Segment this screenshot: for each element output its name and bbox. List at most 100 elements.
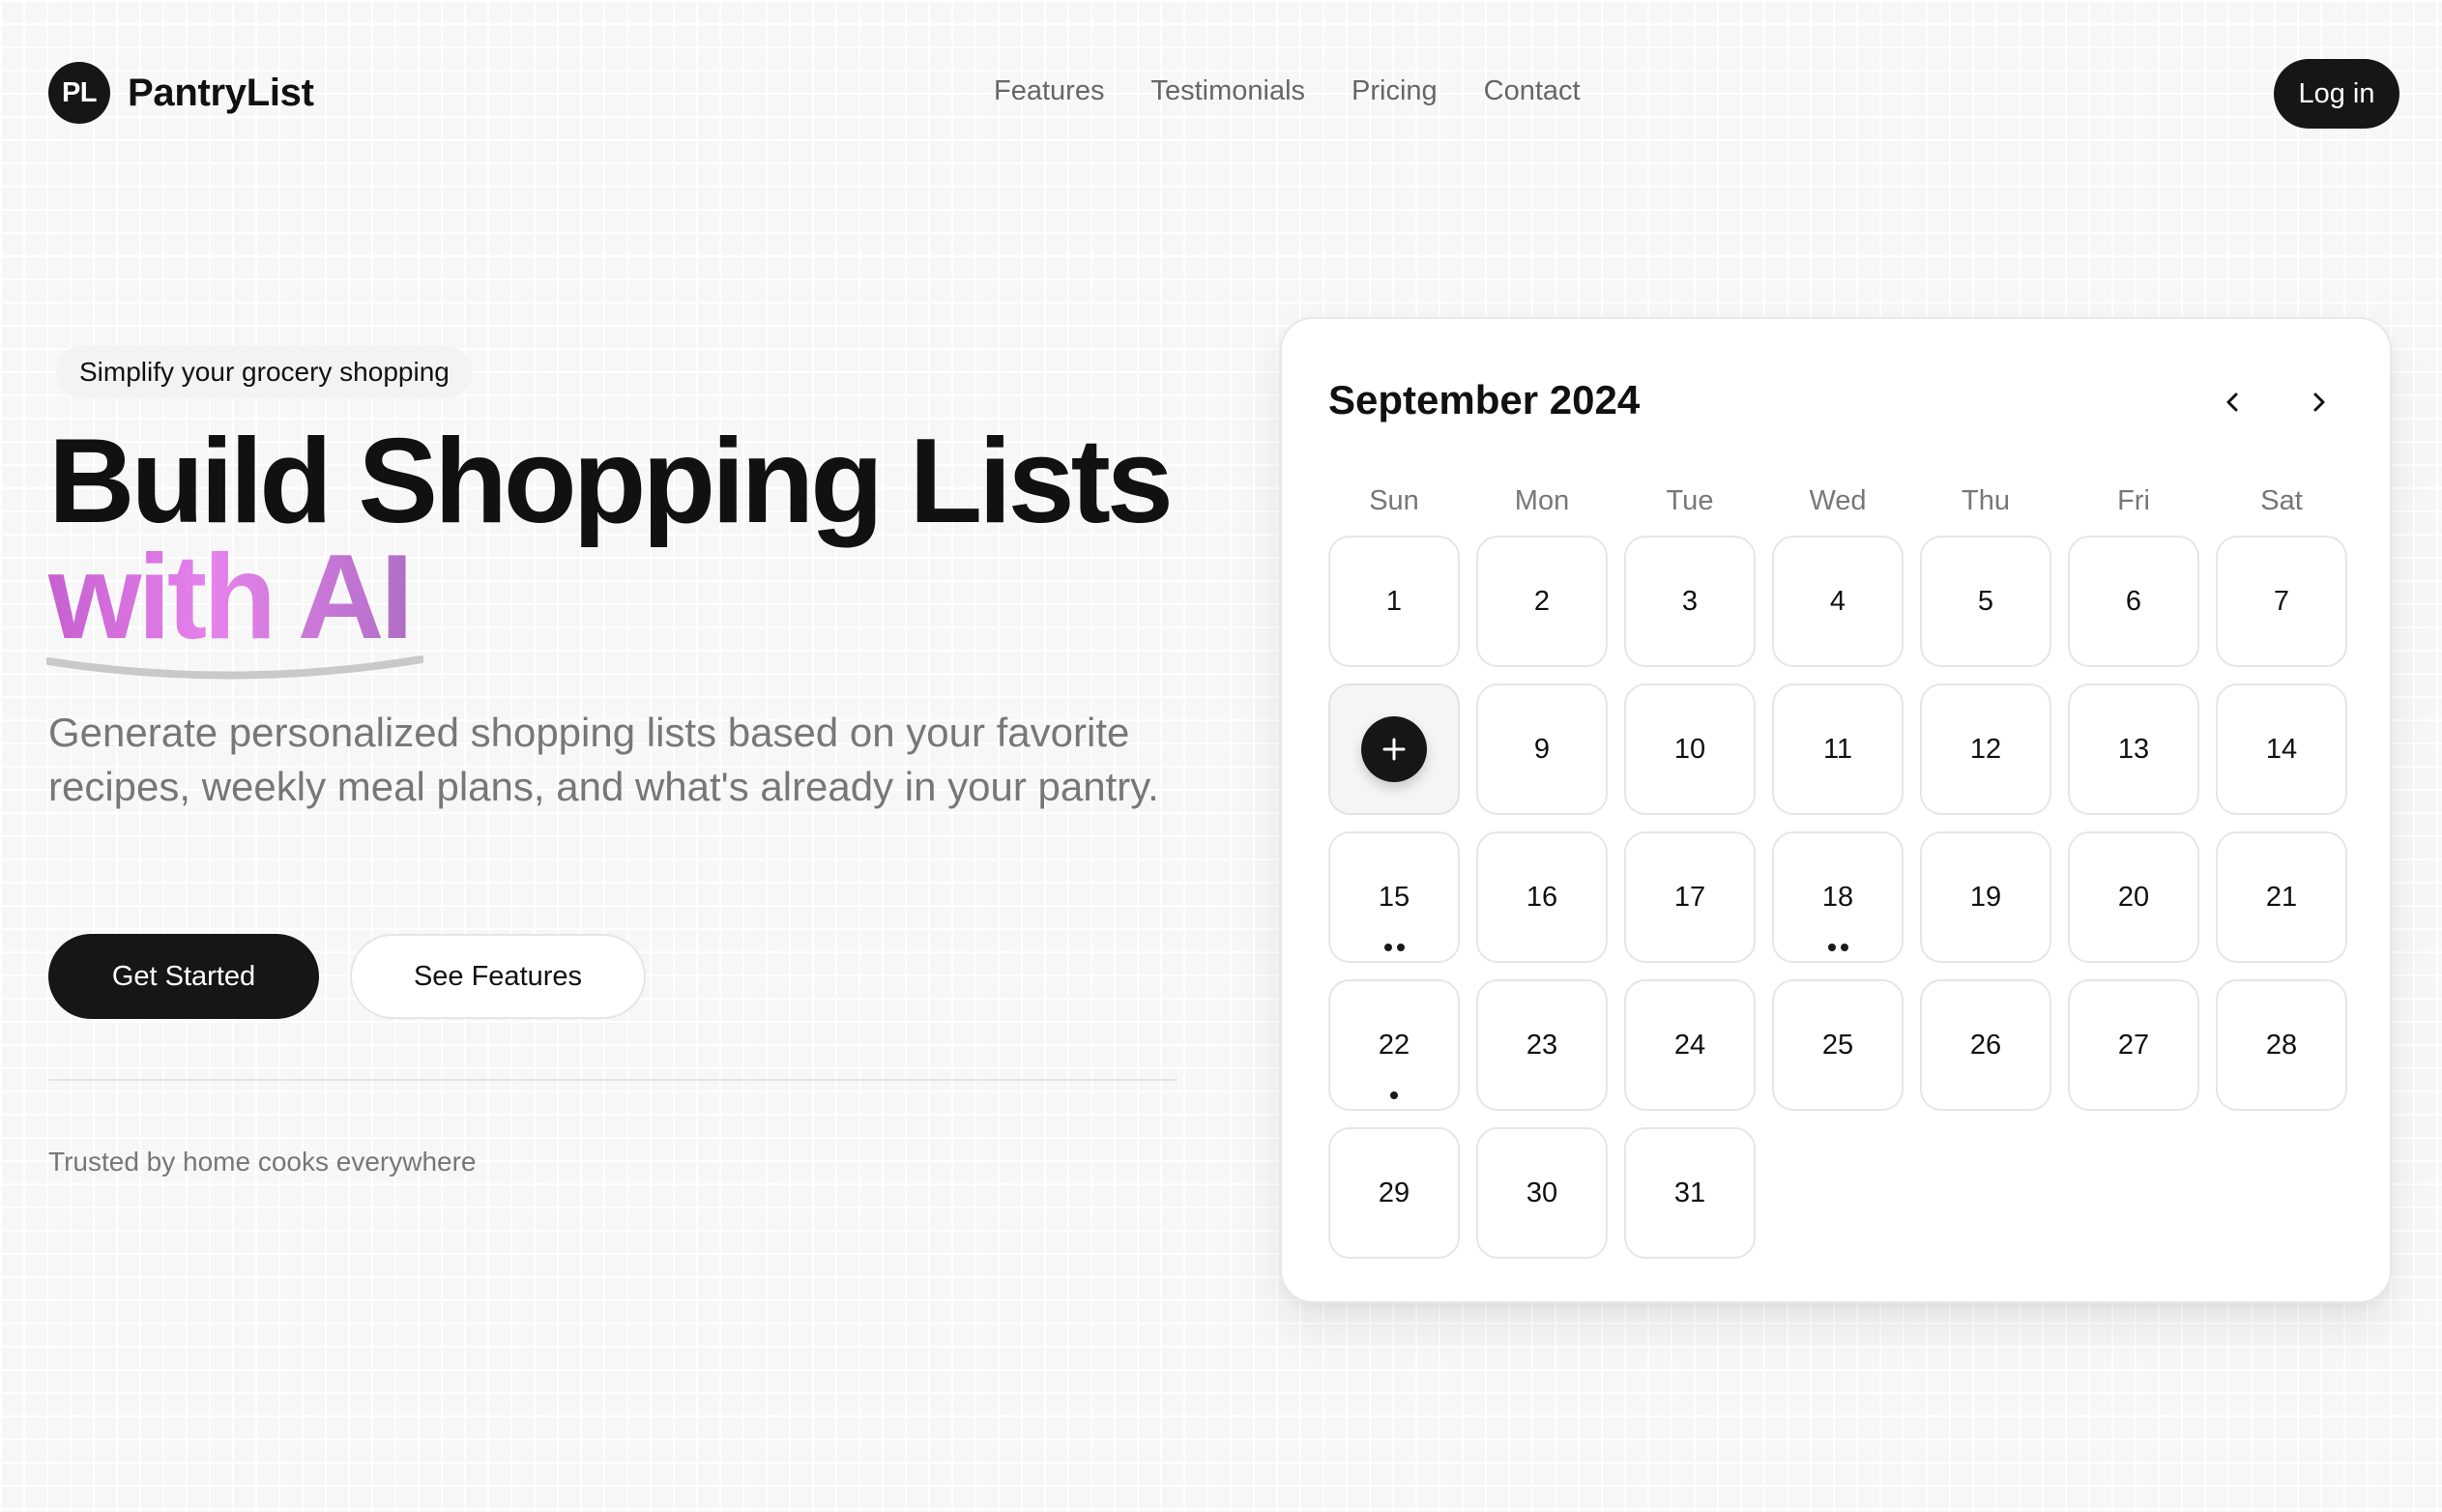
calendar-day-number: 11 [1822, 733, 1853, 765]
calendar-day[interactable]: 9 [1476, 683, 1608, 815]
event-dot [1396, 944, 1405, 951]
calendar-day-number: 18 [1821, 881, 1854, 913]
calendar-day[interactable]: 24 [1624, 979, 1756, 1111]
calendar-day-selected[interactable] [1328, 683, 1460, 815]
calendar-day-number: 21 [2265, 881, 2298, 913]
calendar-day-number: 5 [1977, 585, 1994, 617]
calendar-day[interactable]: 21 [2216, 831, 2347, 963]
calendar-day[interactable]: 4 [1772, 536, 1904, 667]
brand-badge: PL [48, 62, 110, 124]
calendar-day-number: 27 [2117, 1029, 2150, 1061]
plus-icon[interactable] [1361, 716, 1427, 782]
brand-name: PantryList [128, 71, 314, 114]
calendar-day-number: 28 [2265, 1029, 2298, 1061]
calendar-day-number: 7 [2273, 585, 2290, 617]
calendar-day[interactable]: 3 [1624, 536, 1756, 667]
calendar-day-number: 19 [1969, 881, 2002, 913]
calendar-day[interactable]: 25 [1772, 979, 1904, 1111]
calendar-day-number: 31 [1673, 1177, 1706, 1208]
chevron-right-icon [2313, 393, 2325, 412]
calendar-day[interactable]: 18 [1772, 831, 1904, 963]
calendar-day-number: 16 [1526, 881, 1558, 913]
chevron-left-icon [2226, 393, 2238, 412]
weekday-label: Fri [2117, 485, 2150, 516]
calendar-day[interactable]: 29 [1328, 1127, 1460, 1259]
calendar-day-number: 25 [1821, 1029, 1854, 1061]
calendar-day[interactable]: 28 [2216, 979, 2347, 1111]
calendar-day[interactable]: 20 [2068, 831, 2199, 963]
calendar-day-number: 9 [1533, 733, 1551, 765]
calendar-day[interactable]: 23 [1476, 979, 1608, 1111]
next-month-button[interactable] [2299, 383, 2338, 422]
calendar-day-number: 29 [1378, 1177, 1410, 1208]
see-features-button[interactable]: See Features [350, 934, 646, 1019]
calendar-day-number: 26 [1969, 1029, 2002, 1061]
weekday-header: Sun Mon Tue Wed Thu Fri Sat [1328, 485, 2347, 517]
calendar-day[interactable]: 10 [1624, 683, 1756, 815]
section-divider [48, 1079, 1177, 1081]
calendar-day[interactable]: 5 [1920, 536, 2051, 667]
get-started-button[interactable]: Get Started [48, 934, 319, 1019]
calendar-day[interactable]: 27 [2068, 979, 2199, 1111]
calendar-day[interactable]: 17 [1624, 831, 1756, 963]
hero-title-highlight: with AI [48, 531, 414, 664]
calendar-day[interactable]: 15 [1328, 831, 1460, 963]
event-indicator-dots [1330, 1091, 1458, 1099]
calendar-day[interactable]: 22 [1328, 979, 1460, 1111]
calendar-day[interactable]: 19 [1920, 831, 2051, 963]
calendar-day[interactable]: 14 [2216, 683, 2347, 815]
event-dot [1827, 944, 1836, 951]
event-dot [1383, 944, 1392, 951]
calendar-day[interactable]: 16 [1476, 831, 1608, 963]
weekday-label: Thu [1962, 485, 2010, 516]
calendar-day-number: 20 [2117, 881, 2150, 913]
previous-month-button[interactable] [2214, 383, 2253, 422]
hero-title-line1: Build Shopping Lists [48, 415, 1174, 548]
calendar-day-number: 23 [1526, 1029, 1558, 1061]
brand-logo[interactable]: PL PantryList [48, 62, 314, 124]
weekday-label: Sun [1369, 485, 1419, 516]
calendar-day-number: 1 [1385, 585, 1403, 617]
calendar-day[interactable]: 26 [1920, 979, 2051, 1111]
event-indicator-dots [1330, 944, 1458, 951]
nav-link-features[interactable]: Features [994, 75, 1104, 107]
calendar-day-number: 2 [1533, 585, 1551, 617]
calendar-day-number: 17 [1673, 881, 1706, 913]
nav-link-contact[interactable]: Contact [1484, 75, 1581, 107]
calendar-card: September 2024 Sun Mon Tue Wed Thu Fri S… [1280, 317, 2392, 1303]
weekday-label: Sat [2260, 485, 2303, 516]
login-button[interactable]: Log in [2274, 59, 2399, 129]
calendar-day-number: 24 [1673, 1029, 1706, 1061]
nav-link-pricing[interactable]: Pricing [1352, 75, 1438, 107]
nav-link-testimonials[interactable]: Testimonials [1150, 75, 1305, 107]
weekday-label: Mon [1514, 485, 1570, 516]
calendar-day-number: 22 [1378, 1029, 1410, 1061]
event-dot [1390, 1091, 1398, 1099]
event-dot [1840, 944, 1848, 951]
calendar-day-number: 13 [2117, 733, 2150, 765]
calendar-days-grid: 1 2 3 4 5 6 7 9 10 11 12 13 14 15 16 17 18 19 20 21 22 23 24 25… [1328, 536, 2347, 1259]
calendar-day[interactable]: 12 [1920, 683, 2051, 815]
hero-tagline-pill: Simplify your grocery shopping [56, 346, 473, 398]
calendar-day-number: 14 [2265, 733, 2298, 765]
calendar-day-number: 12 [1969, 733, 2002, 765]
trusted-caption: Trusted by home cooks everywhere [48, 1147, 477, 1177]
calendar-month-label: September 2024 [1328, 377, 1641, 422]
calendar-day[interactable]: 13 [2068, 683, 2199, 815]
calendar-day[interactable]: 31 [1624, 1127, 1756, 1259]
calendar-day[interactable]: 11 [1772, 683, 1904, 815]
calendar-day[interactable]: 7 [2216, 536, 2347, 667]
hero-description: Generate personalized shopping lists bas… [48, 710, 1159, 809]
calendar-day[interactable]: 1 [1328, 536, 1460, 667]
calendar-day-number: 10 [1673, 733, 1706, 765]
calendar-day-number: 15 [1378, 881, 1410, 913]
weekday-label: Wed [1809, 485, 1867, 516]
calendar-day-number: 6 [2125, 585, 2142, 617]
calendar-day[interactable]: 6 [2068, 536, 2199, 667]
weekday-label: Tue [1666, 485, 1714, 516]
top-nav: Features Testimonials Pricing Contact [994, 75, 1581, 107]
calendar-day-number: 30 [1526, 1177, 1558, 1208]
calendar-day-number: 3 [1681, 585, 1699, 617]
calendar-day[interactable]: 2 [1476, 536, 1608, 667]
calendar-day[interactable]: 30 [1476, 1127, 1608, 1259]
